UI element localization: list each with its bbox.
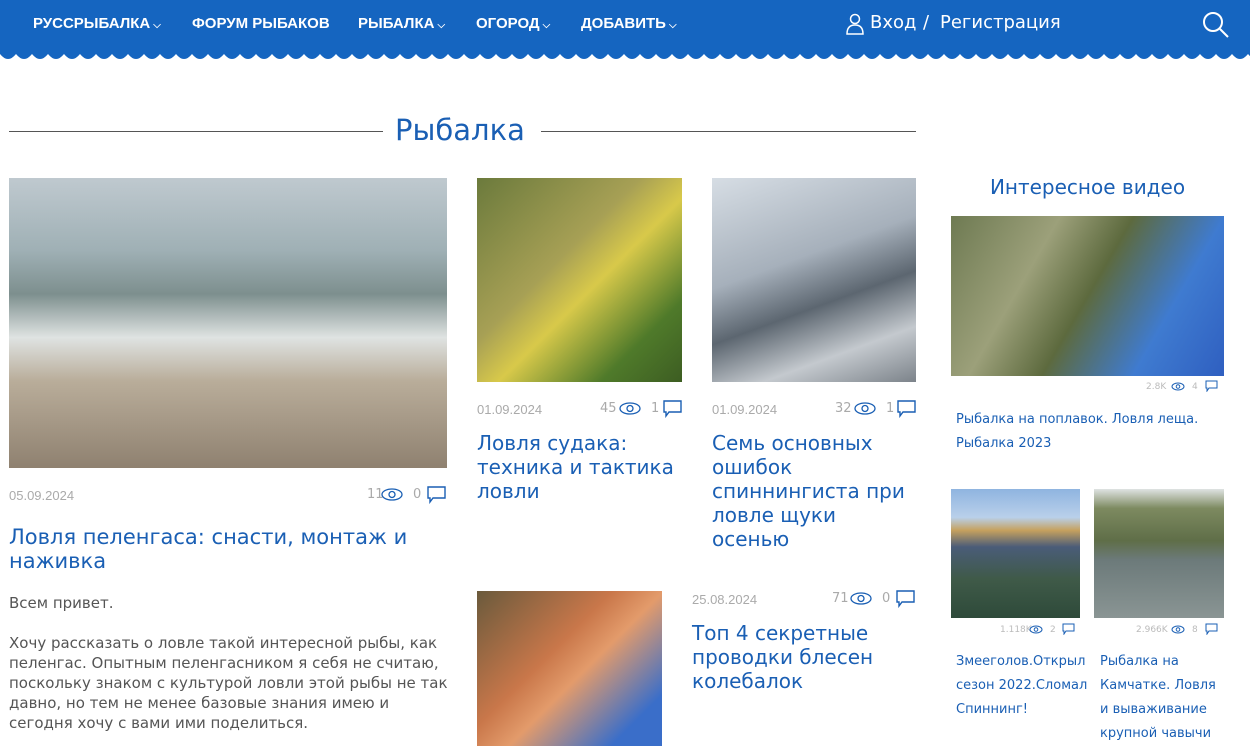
views-count: 2.966K bbox=[1136, 625, 1168, 635]
comment-icon bbox=[663, 400, 682, 418]
sidebar-title: Интересное видео bbox=[989, 175, 1186, 199]
nav-rybalka[interactable]: РЫБАЛКА ⌵ bbox=[358, 15, 445, 32]
register-link[interactable]: Регистрация bbox=[940, 12, 1061, 33]
eye-icon bbox=[1029, 625, 1043, 634]
chevron-down-icon: ⌵ bbox=[542, 20, 551, 31]
search-icon[interactable] bbox=[1202, 11, 1230, 39]
article-image[interactable] bbox=[9, 178, 447, 468]
article-image[interactable] bbox=[477, 178, 682, 382]
article-date: 05.09.2024 bbox=[9, 488, 75, 503]
user-icon bbox=[846, 13, 864, 35]
comments-count: 0 bbox=[413, 487, 422, 502]
eye-icon bbox=[850, 592, 872, 605]
separator: / bbox=[923, 12, 930, 33]
eye-icon bbox=[854, 402, 876, 415]
section-title: Рыбалка bbox=[395, 113, 525, 147]
article-title[interactable]: Ловля судака: техника и тактика ловли bbox=[477, 431, 682, 503]
video-thumbnail[interactable] bbox=[951, 489, 1080, 618]
article-excerpt: Хочу рассказать о ловле такой интересной… bbox=[9, 634, 448, 732]
comments-count: 2 bbox=[1050, 625, 1056, 635]
article-image[interactable] bbox=[712, 178, 916, 382]
comment-icon bbox=[427, 486, 446, 504]
article-image[interactable] bbox=[477, 591, 662, 746]
comment-icon bbox=[896, 590, 915, 608]
nav-label: РЫБАЛКА bbox=[358, 15, 435, 32]
eye-icon bbox=[1171, 382, 1185, 391]
article-excerpt: Всем привет. bbox=[9, 594, 114, 612]
divider bbox=[541, 131, 916, 132]
video-title[interactable]: Рыбалка на поплавок. Ловля леща. Рыбалка… bbox=[956, 408, 1216, 456]
views-count: 32 bbox=[835, 401, 852, 416]
article-date: 01.09.2024 bbox=[477, 402, 543, 417]
comments-count: 8 bbox=[1192, 625, 1198, 635]
article-title[interactable]: Топ 4 секретные проводки блесен колебало… bbox=[692, 621, 916, 693]
comments-count: 4 bbox=[1192, 382, 1198, 392]
nav-label: ДОБАВИТЬ bbox=[581, 15, 666, 32]
nav-ogorod[interactable]: ОГОРОД ⌵ bbox=[476, 15, 550, 32]
divider bbox=[9, 131, 383, 132]
comment-icon bbox=[1205, 623, 1218, 635]
chevron-down-icon: ⌵ bbox=[437, 20, 446, 31]
video-thumbnail[interactable] bbox=[1094, 489, 1224, 618]
comments-count: 1 bbox=[886, 401, 895, 416]
comments-count: 0 bbox=[882, 591, 891, 606]
views-count: 71 bbox=[832, 591, 849, 606]
nav-russrybalka[interactable]: РУССРЫБАЛКА ⌵ bbox=[33, 15, 161, 32]
chevron-down-icon: ⌵ bbox=[153, 20, 161, 31]
comment-icon bbox=[1062, 623, 1075, 635]
eye-icon bbox=[619, 402, 641, 415]
eye-icon bbox=[1171, 625, 1185, 634]
views-count: 45 bbox=[600, 401, 617, 416]
article-title[interactable]: Ловля пеленгаса: снасти, монтаж и наживк… bbox=[9, 525, 449, 573]
nav-add[interactable]: ДОБАВИТЬ ⌵ bbox=[581, 15, 677, 32]
login-link[interactable]: Вход bbox=[870, 12, 916, 33]
nav-label: РУССРЫБАЛКА bbox=[33, 15, 151, 32]
views-count: 1.118K bbox=[1000, 625, 1032, 635]
article-title[interactable]: Семь основных ошибок спиннингиста при ло… bbox=[712, 431, 916, 551]
comments-count: 1 bbox=[651, 401, 660, 416]
video-title[interactable]: Змееголов.Открыл сезон 2022.Сломал Спинн… bbox=[956, 650, 1091, 722]
views-count: 2.8K bbox=[1146, 382, 1167, 392]
comment-icon bbox=[897, 400, 916, 418]
nav-forum[interactable]: ФОРУМ РЫБАКОВ bbox=[192, 15, 330, 32]
comment-icon bbox=[1205, 380, 1218, 392]
article-date: 01.09.2024 bbox=[712, 402, 778, 417]
eye-icon bbox=[381, 488, 403, 501]
nav-label: ФОРУМ РЫБАКОВ bbox=[192, 15, 330, 32]
nav-label: ОГОРОД bbox=[476, 15, 540, 32]
video-thumbnail[interactable] bbox=[951, 216, 1224, 376]
chevron-down-icon: ⌵ bbox=[668, 20, 677, 31]
wave-decoration bbox=[0, 50, 1250, 62]
video-title[interactable]: Рыбалка на Камчатке. Ловля и вываживание… bbox=[1100, 650, 1222, 746]
article-date: 25.08.2024 bbox=[692, 592, 758, 607]
